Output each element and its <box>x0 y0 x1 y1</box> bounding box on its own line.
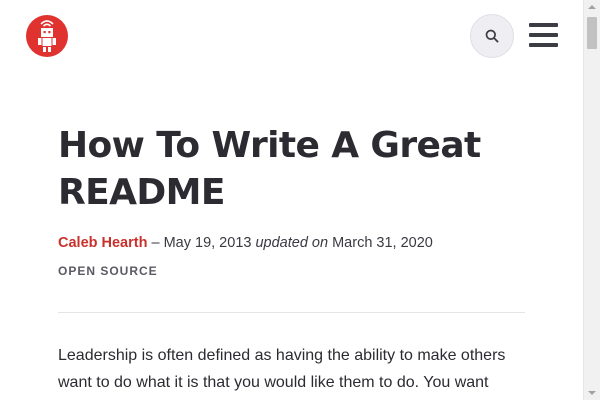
article-paragraph: Leadership is often defined as having th… <box>58 342 528 396</box>
scroll-up-arrow-icon[interactable] <box>584 0 600 14</box>
scrollbar-thumb[interactable] <box>587 17 597 49</box>
byline-separator: – <box>147 235 164 251</box>
scroll-down-arrow-icon[interactable] <box>584 386 600 400</box>
menu-bar <box>529 23 558 27</box>
author-link[interactable]: Caleb Hearth <box>58 235 147 251</box>
menu-bar <box>529 43 558 47</box>
hamburger-menu-icon[interactable] <box>529 22 559 48</box>
body-line: want to do what it is that you would lik… <box>58 374 489 391</box>
byline: Caleb Hearth – May 19, 2013 updated on M… <box>58 234 433 252</box>
updated-label: updated on <box>255 235 329 251</box>
robot-icon <box>38 20 56 52</box>
site-logo[interactable] <box>26 15 68 57</box>
search-icon <box>485 29 499 43</box>
page: How To Write A Great README Caleb Hearth… <box>0 0 600 400</box>
updated-date: March 31, 2020 <box>332 235 433 251</box>
divider <box>58 312 525 313</box>
search-button[interactable] <box>470 14 514 58</box>
scrollbar[interactable] <box>583 0 600 400</box>
body-line: Leadership is often defined as having th… <box>58 347 506 364</box>
menu-bar <box>529 33 558 37</box>
category-link[interactable]: OPEN SOURCE <box>58 264 158 278</box>
article-title: How To Write A Great README <box>58 125 481 213</box>
published-date: May 19, 2013 <box>163 235 252 251</box>
